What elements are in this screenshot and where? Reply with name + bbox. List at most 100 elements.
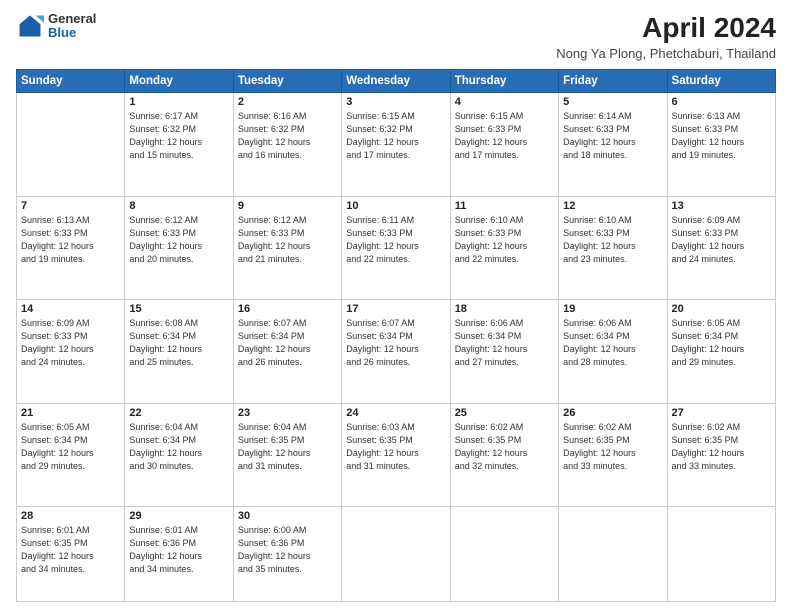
logo-general-text: General (48, 12, 96, 26)
calendar-week-row: 28Sunrise: 6:01 AM Sunset: 6:35 PM Dayli… (17, 507, 776, 602)
calendar-cell: 15 Sunrise: 6:08 AM Sunset: 6:34 PM Dayli… (125, 300, 233, 404)
day-info: Sunrise: 6:06 AM Sunset: 6:34 PM Dayligh… (455, 317, 554, 369)
calendar-cell: 18 Sunrise: 6:06 AM Sunset: 6:34 PM Dayli… (450, 300, 558, 404)
calendar-cell: 13Sunrise: 6:09 AM Sunset: 6:33 PM Dayli… (667, 196, 775, 300)
calendar-cell: 7 Sunrise: 6:13 AM Sunset: 6:33 PM Daylig… (17, 196, 125, 300)
calendar-cell: 1 Sunrise: 6:17 AM Sunset: 6:32 PM Daylig… (125, 93, 233, 197)
day-info: Sunrise: 6:07 AM Sunset: 6:34 PM Dayligh… (346, 317, 445, 369)
day-number: 10 (346, 200, 445, 212)
weekday-header: Sunday (17, 70, 125, 93)
weekday-header: Saturday (667, 70, 775, 93)
calendar-header-row: SundayMondayTuesdayWednesdayThursdayFrid… (17, 70, 776, 93)
day-info: Sunrise: 6:13 AM Sunset: 6:33 PM Dayligh… (672, 110, 771, 162)
day-number: 20 (672, 303, 771, 315)
day-number: 14 (21, 303, 120, 315)
calendar-cell: 9Sunrise: 6:12 AM Sunset: 6:33 PM Daylig… (233, 196, 341, 300)
day-info: Sunrise: 6:13 AM Sunset: 6:33 PM Dayligh… (21, 214, 120, 266)
calendar-cell: 30Sunrise: 6:00 AM Sunset: 6:36 PM Dayli… (233, 507, 341, 602)
day-info: Sunrise: 6:02 AM Sunset: 6:35 PM Dayligh… (455, 421, 554, 473)
calendar-cell: 20 Sunrise: 6:05 AM Sunset: 6:34 PM Dayli… (667, 300, 775, 404)
day-info: Sunrise: 6:12 AM Sunset: 6:33 PM Dayligh… (238, 214, 337, 266)
day-number: 24 (346, 407, 445, 419)
day-number: 21 (21, 407, 120, 419)
day-number: 8 (129, 200, 228, 212)
day-info: Sunrise: 6:07 AM Sunset: 6:34 PM Dayligh… (238, 317, 337, 369)
calendar-cell: 8 Sunrise: 6:12 AM Sunset: 6:33 PM Daylig… (125, 196, 233, 300)
day-info: Sunrise: 6:08 AM Sunset: 6:34 PM Dayligh… (129, 317, 228, 369)
day-number: 30 (238, 510, 337, 522)
day-info: Sunrise: 6:15 AM Sunset: 6:32 PM Dayligh… (346, 110, 445, 162)
day-number: 17 (346, 303, 445, 315)
day-info: Sunrise: 6:04 AM Sunset: 6:35 PM Dayligh… (238, 421, 337, 473)
day-info: Sunrise: 6:05 AM Sunset: 6:34 PM Dayligh… (672, 317, 771, 369)
header: General Blue April 2024 Nong Ya Plong, P… (16, 12, 776, 61)
day-number: 22 (129, 407, 228, 419)
calendar-cell: 6 Sunrise: 6:13 AM Sunset: 6:33 PM Daylig… (667, 93, 775, 197)
day-number: 23 (238, 407, 337, 419)
logo-text: General Blue (48, 12, 96, 41)
calendar-cell (450, 507, 558, 602)
weekday-header: Thursday (450, 70, 558, 93)
day-info: Sunrise: 6:04 AM Sunset: 6:34 PM Dayligh… (129, 421, 228, 473)
calendar-cell: 12 Sunrise: 6:10 AM Sunset: 6:33 PM Dayli… (559, 196, 667, 300)
day-info: Sunrise: 6:10 AM Sunset: 6:33 PM Dayligh… (563, 214, 662, 266)
day-info: Sunrise: 6:17 AM Sunset: 6:32 PM Dayligh… (129, 110, 228, 162)
calendar-week-row: 7 Sunrise: 6:13 AM Sunset: 6:33 PM Daylig… (17, 196, 776, 300)
day-info: Sunrise: 6:01 AM Sunset: 6:36 PM Dayligh… (129, 524, 228, 576)
day-info: Sunrise: 6:16 AM Sunset: 6:32 PM Dayligh… (238, 110, 337, 162)
calendar-cell: 19 Sunrise: 6:06 AM Sunset: 6:34 PM Dayli… (559, 300, 667, 404)
day-number: 11 (455, 200, 554, 212)
logo-blue-text: Blue (48, 26, 96, 40)
calendar-cell (342, 507, 450, 602)
page: General Blue April 2024 Nong Ya Plong, P… (0, 0, 792, 612)
day-info: Sunrise: 6:05 AM Sunset: 6:34 PM Dayligh… (21, 421, 120, 473)
calendar-cell (559, 507, 667, 602)
day-info: Sunrise: 6:11 AM Sunset: 6:33 PM Dayligh… (346, 214, 445, 266)
weekday-header: Friday (559, 70, 667, 93)
day-number: 16 (238, 303, 337, 315)
day-number: 6 (672, 96, 771, 108)
day-info: Sunrise: 6:06 AM Sunset: 6:34 PM Dayligh… (563, 317, 662, 369)
day-number: 1 (129, 96, 228, 108)
calendar-cell: 25 Sunrise: 6:02 AM Sunset: 6:35 PM Dayli… (450, 403, 558, 507)
title-block: April 2024 Nong Ya Plong, Phetchaburi, T… (556, 12, 776, 61)
day-info: Sunrise: 6:01 AM Sunset: 6:35 PM Dayligh… (21, 524, 120, 576)
calendar-cell: 23 Sunrise: 6:04 AM Sunset: 6:35 PM Dayli… (233, 403, 341, 507)
day-info: Sunrise: 6:10 AM Sunset: 6:33 PM Dayligh… (455, 214, 554, 266)
main-title: April 2024 (556, 12, 776, 44)
logo-icon (16, 12, 44, 40)
day-info: Sunrise: 6:09 AM Sunset: 6:33 PM Dayligh… (672, 214, 771, 266)
day-info: Sunrise: 6:02 AM Sunset: 6:35 PM Dayligh… (672, 421, 771, 473)
day-number: 15 (129, 303, 228, 315)
day-number: 18 (455, 303, 554, 315)
weekday-header: Wednesday (342, 70, 450, 93)
day-info: Sunrise: 6:12 AM Sunset: 6:33 PM Dayligh… (129, 214, 228, 266)
weekday-header: Tuesday (233, 70, 341, 93)
day-number: 25 (455, 407, 554, 419)
day-info: Sunrise: 6:14 AM Sunset: 6:33 PM Dayligh… (563, 110, 662, 162)
calendar-cell (667, 507, 775, 602)
calendar-cell: 22 Sunrise: 6:04 AM Sunset: 6:34 PM Dayli… (125, 403, 233, 507)
day-number: 19 (563, 303, 662, 315)
calendar-body: 1 Sunrise: 6:17 AM Sunset: 6:32 PM Daylig… (17, 93, 776, 602)
calendar-cell: 2 Sunrise: 6:16 AM Sunset: 6:32 PM Daylig… (233, 93, 341, 197)
day-number: 12 (563, 200, 662, 212)
day-number: 26 (563, 407, 662, 419)
calendar-cell: 29Sunrise: 6:01 AM Sunset: 6:36 PM Dayli… (125, 507, 233, 602)
weekday-header: Monday (125, 70, 233, 93)
day-number: 2 (238, 96, 337, 108)
calendar-cell: 24 Sunrise: 6:03 AM Sunset: 6:35 PM Dayli… (342, 403, 450, 507)
day-info: Sunrise: 6:09 AM Sunset: 6:33 PM Dayligh… (21, 317, 120, 369)
calendar-cell: 14 Sunrise: 6:09 AM Sunset: 6:33 PM Dayli… (17, 300, 125, 404)
day-info: Sunrise: 6:03 AM Sunset: 6:35 PM Dayligh… (346, 421, 445, 473)
calendar-cell: 17 Sunrise: 6:07 AM Sunset: 6:34 PM Dayli… (342, 300, 450, 404)
day-number: 7 (21, 200, 120, 212)
calendar-cell (17, 93, 125, 197)
calendar-cell: 27Sunrise: 6:02 AM Sunset: 6:35 PM Dayli… (667, 403, 775, 507)
logo: General Blue (16, 12, 96, 41)
calendar-cell: 16 Sunrise: 6:07 AM Sunset: 6:34 PM Dayli… (233, 300, 341, 404)
day-info: Sunrise: 6:15 AM Sunset: 6:33 PM Dayligh… (455, 110, 554, 162)
calendar-cell: 11 Sunrise: 6:10 AM Sunset: 6:33 PM Dayli… (450, 196, 558, 300)
day-number: 5 (563, 96, 662, 108)
calendar-week-row: 21 Sunrise: 6:05 AM Sunset: 6:34 PM Dayli… (17, 403, 776, 507)
